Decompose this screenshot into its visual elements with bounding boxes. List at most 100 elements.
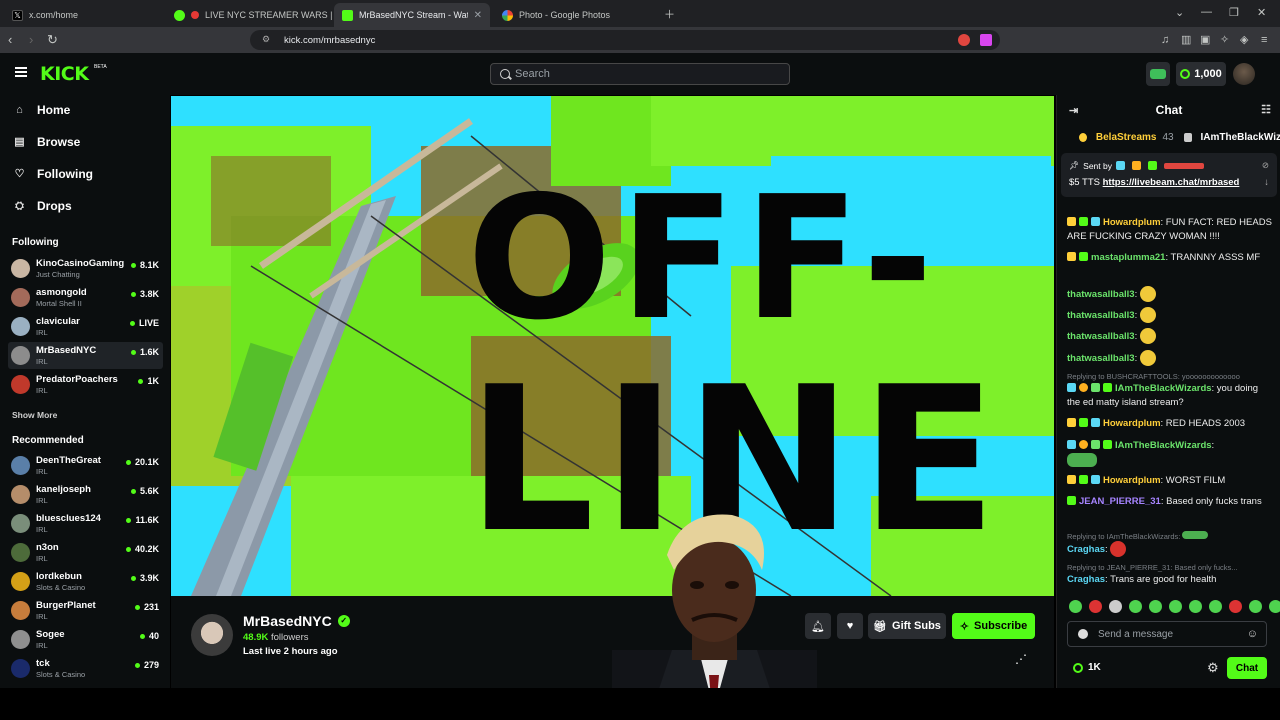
channel-avatar[interactable] xyxy=(191,614,233,656)
emote-icon[interactable] xyxy=(1169,600,1182,613)
sidebar-item-following[interactable]: ♡ Following xyxy=(14,167,93,181)
wallet-icon[interactable]: ▣ xyxy=(1200,32,1210,48)
emote-icon[interactable] xyxy=(1149,600,1162,613)
chat-message: Craghas: xyxy=(1067,541,1272,557)
gifter-name[interactable]: BelaStreams xyxy=(1096,132,1157,143)
emote-icon[interactable] xyxy=(1229,600,1242,613)
avatar xyxy=(11,659,30,678)
close-tab-icon[interactable]: ✕ xyxy=(474,10,482,21)
coins-button[interactable]: 1,000 xyxy=(1176,62,1226,86)
channel-item-burgerplanet[interactable]: BurgerPlanet IRL 231 xyxy=(8,597,163,624)
channel-item-clavicular[interactable]: clavicular IRL LIVE xyxy=(8,313,163,340)
subscribe-button[interactable]: ✧ Subscribe xyxy=(952,613,1035,639)
tab-streamer-wars[interactable]: LIVE NYC STREAMER WARS | New xyxy=(166,3,332,27)
channel-name: KinoCasinoGaming xyxy=(36,258,125,269)
collapse-chat-icon[interactable]: ⇥ xyxy=(1069,104,1078,117)
chat-identity-icon[interactable] xyxy=(1078,629,1088,639)
sidebar-icon[interactable]: ▥ xyxy=(1181,32,1191,48)
sidebar-item-home[interactable]: ⌂ Home xyxy=(14,103,70,117)
vpn-icon[interactable]: ◈ xyxy=(1240,32,1248,48)
emote-icon xyxy=(1139,350,1156,366)
tab-x-home[interactable]: 𝕏 x.com/home xyxy=(4,3,164,27)
reload-icon[interactable]: ↻ xyxy=(47,32,58,48)
channel-item-deenthegreat[interactable]: DeenTheGreat IRL 20.1K xyxy=(8,452,163,479)
tab-list-icon[interactable]: ⌄ xyxy=(1175,6,1184,19)
channel-item-bluesclues124[interactable]: bluesclues124 IRL 11.6K xyxy=(8,510,163,537)
channel-item-predatorpoachers[interactable]: PredatorPoachers IRL 1K xyxy=(8,371,163,398)
emote-icon[interactable] xyxy=(1269,600,1280,613)
channel-item-kaneljoseph[interactable]: kaneljoseph IRL 5.6K xyxy=(8,481,163,508)
show-more-link[interactable]: Show More xyxy=(12,410,57,420)
user-avatar[interactable] xyxy=(1233,63,1255,85)
forward-icon[interactable]: › xyxy=(29,32,33,48)
kick-logo[interactable]: KICK xyxy=(40,63,89,85)
channel-item-lordkebun[interactable]: lordkebun Slots & Casino 3.9K xyxy=(8,568,163,595)
gift-subs-button[interactable]: 🎁︎ Gift Subs xyxy=(868,613,946,639)
sidebar-item-drops[interactable]: ⛭ Drops xyxy=(14,199,72,213)
gear-icon[interactable]: ⚙ xyxy=(1207,660,1219,676)
channel-item-sogee[interactable]: Sogee IRL 40 xyxy=(8,626,163,653)
channel-item-tck[interactable]: tck Slots & Casino 279 xyxy=(8,655,163,682)
pinned-link[interactable]: https://livebeam.chat/mrbased xyxy=(1103,177,1240,188)
site-info-icon[interactable]: ⚙ xyxy=(262,34,270,45)
reply-context: Replying to BUSHCRAFTTOOLS: yooooooooooo… xyxy=(1067,372,1240,381)
reply-context: Replying to JEAN_PIERRE_31: Based only f… xyxy=(1067,563,1238,572)
emote-icon[interactable] xyxy=(1249,600,1262,613)
redacted-username xyxy=(1163,162,1204,169)
music-icon[interactable]: ♫ xyxy=(1161,32,1169,48)
url-field[interactable]: ⚙ kick.com/mrbasednyc xyxy=(250,30,1000,50)
sub-badge-icon xyxy=(1067,418,1076,427)
back-icon[interactable]: ‹ xyxy=(8,32,12,48)
url-text: kick.com/mrbasednyc xyxy=(284,34,376,46)
emote-icon[interactable] xyxy=(1129,600,1142,613)
close-window-icon[interactable]: ✕ xyxy=(1257,6,1266,19)
extension-icon[interactable] xyxy=(980,34,992,46)
channel-item-kinocasinogaming[interactable]: KinoCasinoGaming Just Chatting 8.1K xyxy=(8,255,163,282)
viewer-count: 1K xyxy=(138,376,159,386)
home-icon: ⌂ xyxy=(16,103,23,116)
channel-category: IRL xyxy=(36,641,48,650)
channel-item-asmongold[interactable]: asmongold Mortal Shell II 3.8K xyxy=(8,284,163,311)
chat-message: IAmTheBlackWizards: xyxy=(1067,439,1272,472)
live-record-icon xyxy=(191,11,199,19)
chat-message-input[interactable]: Send a message ☺ xyxy=(1067,621,1267,647)
emote-icon[interactable] xyxy=(1189,600,1202,613)
expand-pin-icon[interactable]: ↓ xyxy=(1264,177,1269,188)
emote-icon[interactable] xyxy=(1209,600,1222,613)
brave-shield-icon[interactable] xyxy=(958,34,970,46)
gifter-name[interactable]: IAmTheBlackWiz xyxy=(1201,132,1280,143)
hamburger-menu-icon[interactable] xyxy=(15,67,27,77)
heart-icon: ♡ xyxy=(14,167,25,180)
viewer-count: 279 xyxy=(134,660,159,670)
sidebar-item-browse[interactable]: ▤ Browse xyxy=(14,135,80,149)
new-tab-icon[interactable]: ＋ xyxy=(664,6,675,22)
chat-message: thatwasallball3: xyxy=(1067,350,1272,366)
hide-pin-icon[interactable]: ⊘ xyxy=(1262,160,1269,171)
live-dot-icon xyxy=(130,349,136,355)
search-input[interactable]: Search xyxy=(490,63,790,85)
badge-icon xyxy=(1147,161,1157,170)
emote-icon[interactable] xyxy=(1109,600,1122,613)
share-icon[interactable]: ⋰ xyxy=(1015,652,1027,666)
emote-badge-button[interactable] xyxy=(1146,62,1170,86)
emote-icon[interactable] xyxy=(1089,600,1102,613)
follow-heart-button[interactable]: ♥ xyxy=(837,613,863,639)
badge-icon xyxy=(1091,440,1100,449)
chat-users-icon[interactable]: ☷ xyxy=(1261,103,1271,116)
chat-message: Howardplum: WORST FILM xyxy=(1067,474,1272,488)
badge-icon xyxy=(1103,440,1112,449)
channel-name[interactable]: MrBasedNYC xyxy=(243,613,332,629)
maximize-icon[interactable]: ❐ xyxy=(1229,6,1239,19)
ai-icon[interactable]: ✧ xyxy=(1220,32,1229,48)
channel-item-mrbasednyc[interactable]: MrBasedNYC IRL 1.6K xyxy=(8,342,163,369)
channel-item-n3on[interactable]: n3on IRL 40.2K xyxy=(8,539,163,566)
send-chat-button[interactable]: Chat xyxy=(1227,657,1267,679)
channel-name: PredatorPoachers xyxy=(36,374,118,385)
emote-icon[interactable] xyxy=(1069,600,1082,613)
tab-google-photos[interactable]: Photo - Google Photos xyxy=(494,3,654,27)
following-section-title: Following xyxy=(12,237,59,248)
tab-mrbasednyc[interactable]: MrBasedNYC Stream - Watch Live ✕ xyxy=(334,3,490,27)
menu-icon[interactable]: ≡ xyxy=(1261,32,1267,48)
emoji-picker-icon[interactable]: ☺ xyxy=(1247,628,1258,640)
minimize-icon[interactable]: — xyxy=(1201,6,1212,18)
